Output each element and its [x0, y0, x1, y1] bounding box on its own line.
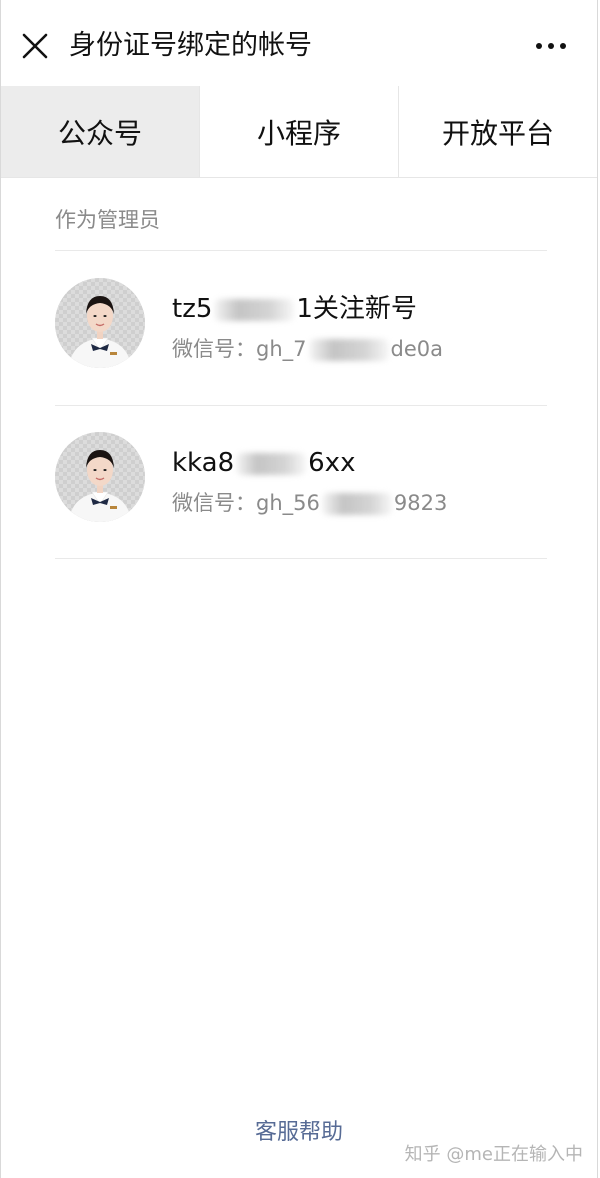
watermark: 知乎 @me正在输入中 [404, 1144, 583, 1165]
redacted-blur [308, 339, 389, 361]
account-name: kka8 6xx [172, 448, 356, 478]
divider [55, 405, 547, 406]
avatar [55, 278, 145, 368]
tab-bar: 公众号 小程序 开放平台 [1, 86, 597, 178]
redacted-blur [214, 298, 295, 321]
account-wechat-id: 微信号：gh_7 de0a [172, 337, 443, 361]
account-item[interactable]: kka8 6xx 微信号：gh_56 9823 [55, 409, 547, 559]
divider [55, 558, 547, 559]
account-list-page: 身份证号绑定的帐号 公众号 小程序 开放平台 作为管理员 tz5 1关注新号 微… [0, 0, 598, 1178]
tab-mini-program[interactable]: 小程序 [200, 86, 399, 177]
close-icon [22, 33, 48, 59]
tab-official-account[interactable]: 公众号 [1, 86, 200, 177]
account-item[interactable]: tz5 1关注新号 微信号：gh_7 de0a [55, 255, 547, 405]
section-label: 作为管理员 [55, 208, 160, 232]
account-name: tz5 1关注新号 [172, 294, 417, 324]
header-bar: 身份证号绑定的帐号 [1, 0, 597, 86]
tab-open-platform[interactable]: 开放平台 [399, 86, 597, 177]
redacted-blur [321, 493, 392, 515]
avatar [55, 432, 145, 522]
close-button[interactable] [15, 26, 55, 66]
more-button[interactable] [529, 28, 573, 64]
divider [55, 250, 547, 251]
more-icon [536, 43, 566, 49]
redacted-blur [236, 452, 307, 475]
account-wechat-id: 微信号：gh_56 9823 [172, 491, 448, 515]
page-title: 身份证号绑定的帐号 [69, 30, 312, 61]
